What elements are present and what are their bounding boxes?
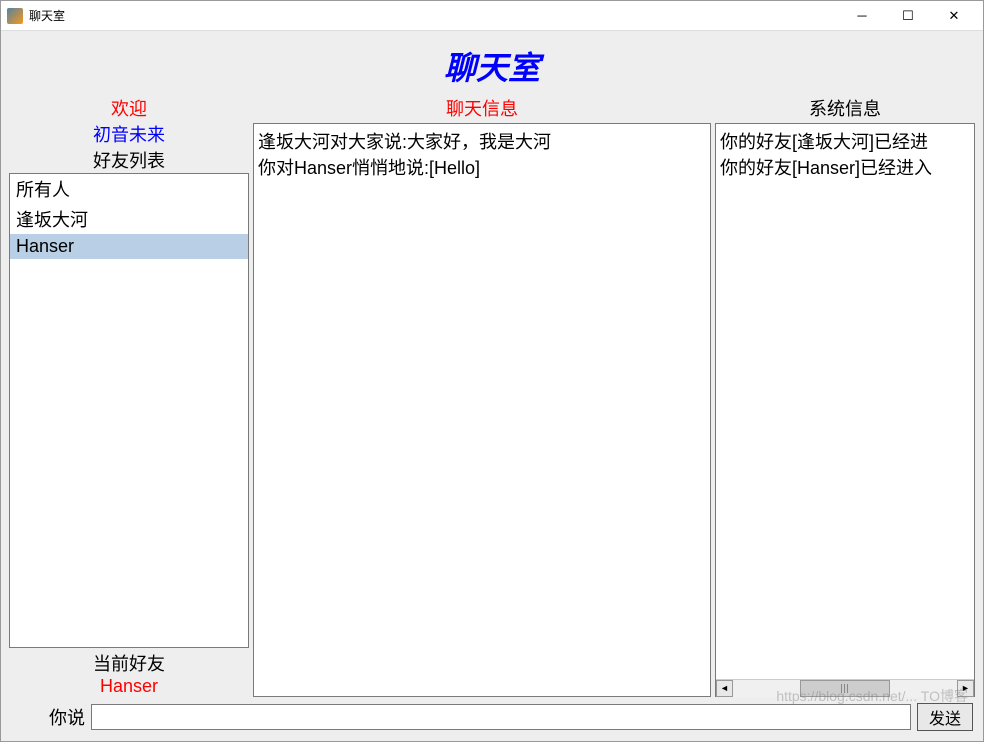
current-user: 初音未来 (9, 121, 249, 147)
page-title: 聊天室 (9, 43, 975, 89)
close-button[interactable]: ✕ (931, 1, 977, 31)
content-area: 聊天室 欢迎 初音未来 好友列表 所有人逢坂大河Hanser 当前好友 Hans… (1, 31, 983, 741)
system-message-line: 你的好友[Hanser]已经进入 (720, 154, 970, 180)
app-window: 聊天室 ─ ☐ ✕ 聊天室 欢迎 初音未来 好友列表 所有人逢坂大河Hanser… (0, 0, 984, 742)
system-box: 你的好友[逢坂大河]已经进你的好友[Hanser]已经进入 ◄ ► (715, 123, 975, 697)
three-column-layout: 欢迎 初音未来 好友列表 所有人逢坂大河Hanser 当前好友 Hanser 聊… (9, 95, 975, 697)
current-friend-label: 当前好友 (9, 650, 249, 676)
current-friend-block: 当前好友 Hanser (9, 650, 249, 697)
scroll-thumb[interactable] (800, 680, 890, 697)
scroll-left-arrow-icon[interactable]: ◄ (716, 680, 733, 697)
minimize-button[interactable]: ─ (839, 1, 885, 31)
h-scrollbar[interactable]: ◄ ► (716, 679, 974, 696)
welcome-label: 欢迎 (9, 95, 249, 121)
input-row: 你说 发送 (9, 703, 975, 733)
friend-list-label: 好友列表 (9, 147, 249, 173)
left-column: 欢迎 初音未来 好友列表 所有人逢坂大河Hanser 当前好友 Hanser (9, 95, 249, 697)
system-textarea[interactable]: 你的好友[逢坂大河]已经进你的好友[Hanser]已经进入 (716, 124, 974, 679)
chat-textarea[interactable] (253, 123, 711, 697)
system-info-header: 系统信息 (715, 95, 975, 121)
friend-list[interactable]: 所有人逢坂大河Hanser (9, 173, 249, 648)
send-button[interactable]: 发送 (917, 703, 973, 731)
scroll-right-arrow-icon[interactable]: ► (957, 680, 974, 697)
current-friend-value: Hanser (9, 676, 249, 697)
scroll-track[interactable] (733, 680, 957, 697)
maximize-button[interactable]: ☐ (885, 1, 931, 31)
right-column: 系统信息 你的好友[逢坂大河]已经进你的好友[Hanser]已经进入 ◄ ► (715, 95, 975, 697)
window-controls: ─ ☐ ✕ (839, 1, 977, 31)
message-input[interactable] (91, 704, 911, 730)
chat-info-header: 聊天信息 (253, 95, 711, 121)
friend-item[interactable]: 逢坂大河 (10, 204, 248, 234)
titlebar: 聊天室 ─ ☐ ✕ (1, 1, 983, 31)
input-label: 你说 (49, 704, 85, 730)
system-message-line: 你的好友[逢坂大河]已经进 (720, 128, 970, 154)
welcome-block: 欢迎 初音未来 好友列表 (9, 95, 249, 173)
friend-item[interactable]: Hanser (10, 234, 248, 259)
java-icon (7, 8, 23, 24)
friend-item[interactable]: 所有人 (10, 174, 248, 204)
window-title: 聊天室 (29, 7, 839, 24)
middle-column: 聊天信息 (253, 95, 711, 697)
